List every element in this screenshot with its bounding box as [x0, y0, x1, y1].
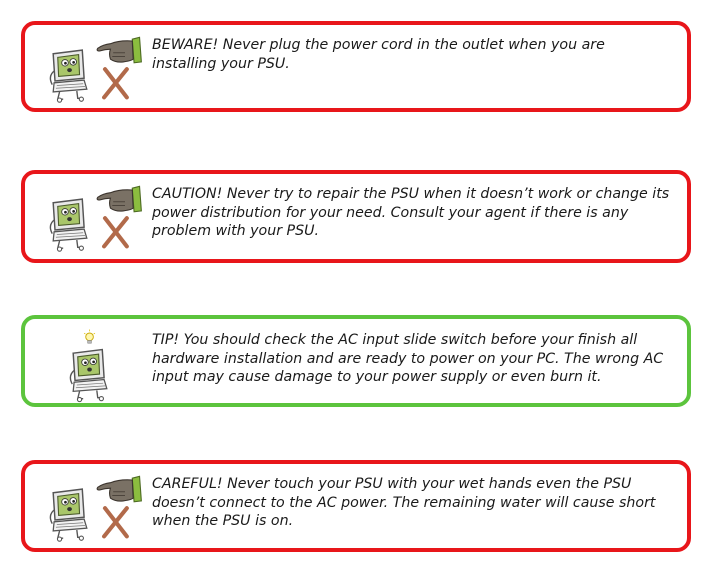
beware-text: BEWARE! Never plug the power cord in the… — [152, 37, 605, 72]
careful-notice: CAREFUL! Never touch your PSU with your … — [21, 460, 691, 552]
computer-stop-hand-icon — [49, 472, 145, 542]
tip-notice: TIP! You should check the AC input slide… — [21, 315, 691, 407]
lightbulb-icon — [83, 329, 96, 344]
caution-notice: CAUTION! Never try to repair the PSU whe… — [21, 170, 691, 263]
caution-text: CAUTION! Never try to repair the PSU whe… — [152, 186, 670, 240]
beware-notice: BEWARE! Never plug the power cord in the… — [21, 21, 691, 112]
careful-text: CAREFUL! Never touch your PSU with your … — [152, 476, 656, 530]
computer-stop-hand-icon — [49, 182, 145, 252]
computer-lightbulb-icon — [69, 329, 108, 403]
computer-stop-hand-icon — [49, 33, 145, 103]
tip-text: TIP! You should check the AC input slide… — [152, 332, 664, 386]
